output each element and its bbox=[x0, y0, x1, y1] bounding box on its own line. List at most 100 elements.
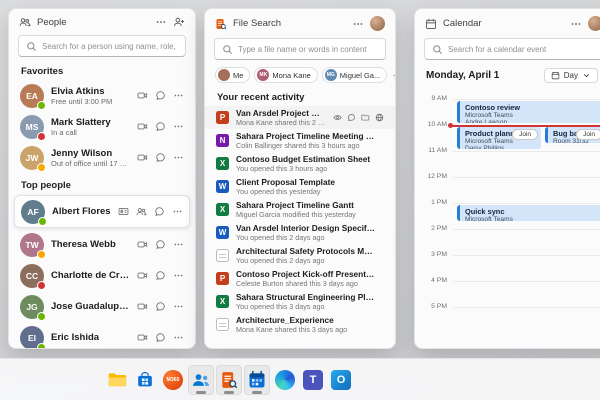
chat-icon[interactable] bbox=[347, 113, 356, 122]
video-icon[interactable] bbox=[137, 90, 148, 101]
people-search[interactable] bbox=[18, 35, 186, 57]
person-filter-chip[interactable]: MK Mona Kane bbox=[254, 67, 318, 83]
calendar-event[interactable]: Quick sync Microsoft Teams Cameron Evans bbox=[457, 205, 600, 221]
file-row[interactable]: W Client Proposal Template You opened th… bbox=[205, 175, 395, 198]
person-row[interactable]: TW Theresa Webb bbox=[9, 229, 195, 260]
globe-icon[interactable] bbox=[375, 113, 384, 122]
file-title: Contoso Budget Estimation Sheet bbox=[236, 154, 371, 164]
taskbar-explorer-icon[interactable] bbox=[104, 365, 130, 395]
people-icon[interactable] bbox=[136, 206, 147, 217]
taskbar-calendar-icon[interactable] bbox=[244, 364, 270, 395]
chat-icon[interactable] bbox=[155, 270, 166, 281]
video-icon[interactable] bbox=[137, 121, 148, 132]
more-icon[interactable] bbox=[173, 239, 184, 250]
taskbar-teams-icon[interactable]: T bbox=[300, 365, 326, 395]
file-subtitle: You opened this yesterday bbox=[236, 187, 321, 196]
file-row[interactable]: P Van Arsdel Project Overview... Mona Ka… bbox=[205, 106, 395, 129]
file-row[interactable]: Architecture_Experience Mona Kane shared… bbox=[205, 313, 395, 336]
join-button[interactable]: Join bbox=[512, 129, 538, 140]
person-row[interactable]: EI Eric Ishida bbox=[9, 322, 195, 348]
day-view-grid[interactable]: 9 AM 10 AM 11 AM 12 PM 1 PM 2 PM 3 PM 4 PM 5 PM … bbox=[419, 87, 600, 345]
avatar: EA bbox=[20, 83, 46, 110]
chat-icon[interactable] bbox=[155, 301, 166, 312]
video-icon[interactable] bbox=[137, 152, 148, 163]
person-actions bbox=[137, 332, 184, 343]
taskbar-filesearch-icon[interactable] bbox=[216, 364, 242, 395]
file-row[interactable]: X Contoso Budget Estimation Sheet You op… bbox=[205, 152, 395, 175]
taskbar-store-icon[interactable] bbox=[132, 365, 158, 395]
file-search-widget: File Search Me MK Mona Kane MG Miguel Ga… bbox=[204, 8, 396, 349]
calendar-event[interactable]: Join Product planning Microsoft Teams Da… bbox=[457, 127, 541, 149]
user-avatar[interactable] bbox=[588, 16, 600, 31]
more-people-chip[interactable]: +4 bbox=[391, 71, 395, 80]
calendar-search-input[interactable] bbox=[448, 44, 596, 54]
file-search-input[interactable] bbox=[238, 44, 378, 54]
hour-line bbox=[453, 229, 600, 230]
person-filter-chip[interactable]: Me bbox=[215, 67, 251, 83]
user-avatar[interactable] bbox=[370, 16, 385, 31]
taskbar-outlook-icon[interactable]: O bbox=[328, 365, 354, 395]
video-icon[interactable] bbox=[137, 301, 148, 312]
join-button[interactable]: Join bbox=[576, 129, 600, 140]
more-icon[interactable] bbox=[173, 332, 184, 343]
person-row[interactable]: EA Elvia Atkins Free until 3:00 PM bbox=[9, 80, 195, 111]
more-icon[interactable] bbox=[173, 121, 184, 132]
excel-file-icon: X bbox=[216, 295, 229, 308]
calendar-search-box[interactable] bbox=[424, 38, 600, 60]
calendar-event[interactable]: Contoso review Microsoft Teams Andre Law… bbox=[457, 101, 600, 123]
chip-label: Mona Kane bbox=[272, 70, 311, 80]
more-icon[interactable] bbox=[352, 18, 364, 30]
avatar: MK bbox=[257, 69, 270, 81]
file-row[interactable]: Architectural Safety Protocols Manual Yo… bbox=[205, 244, 395, 267]
hour-label: 11 AM bbox=[428, 147, 447, 154]
chat-icon[interactable] bbox=[155, 332, 166, 343]
taskbar-edge-icon[interactable] bbox=[272, 365, 298, 395]
file-search-widget-title: File Search bbox=[233, 18, 282, 29]
chat-icon[interactable] bbox=[155, 239, 166, 250]
card-icon[interactable] bbox=[118, 206, 129, 217]
excel-file-icon: X bbox=[216, 203, 229, 216]
view-selector-button[interactable]: Day bbox=[543, 68, 598, 83]
file-title: Van Arsdel Interior Design Specification… bbox=[236, 223, 377, 233]
person-row[interactable]: CC Charlotte de Crum bbox=[9, 260, 195, 291]
more-icon[interactable] bbox=[173, 90, 184, 101]
more-icon[interactable] bbox=[570, 18, 582, 30]
video-icon[interactable] bbox=[137, 270, 148, 281]
hour-line bbox=[453, 281, 600, 282]
person-row[interactable]: JW Jenny Wilson Out of office until 17 J… bbox=[9, 142, 195, 173]
chat-icon[interactable] bbox=[154, 206, 165, 217]
people-filter-chips: Me MK Mona Kane MG Miguel Ga... +4 bbox=[205, 62, 395, 85]
file-search-box[interactable] bbox=[214, 38, 386, 60]
file-row[interactable]: P Contoso Project Kick-off Presentation … bbox=[205, 267, 395, 290]
calendar-event[interactable]: Join Bug bash Room 31/32 Beata Zhao bbox=[545, 127, 600, 143]
person-row[interactable]: JG Jose Guadalupe De la Torre bbox=[9, 291, 195, 322]
hour-label: 10 AM bbox=[427, 121, 447, 128]
video-icon[interactable] bbox=[137, 239, 148, 250]
chat-icon[interactable] bbox=[155, 121, 166, 132]
taskbar-m365-icon[interactable]: M365 bbox=[160, 365, 186, 395]
calendar-icon bbox=[425, 18, 437, 30]
taskbar-people-icon[interactable] bbox=[188, 364, 214, 395]
file-row[interactable]: X Sahara Project Timeline Gantt Miguel G… bbox=[205, 198, 395, 221]
person-row[interactable]: MS Mark Slattery In a call bbox=[9, 111, 195, 142]
word-file-icon: W bbox=[216, 180, 229, 193]
chat-icon[interactable] bbox=[155, 152, 166, 163]
file-row[interactable]: X Sahara Structural Engineering Plans Yo… bbox=[205, 290, 395, 313]
people-search-input[interactable] bbox=[42, 41, 178, 51]
more-icon[interactable] bbox=[173, 301, 184, 312]
more-icon[interactable] bbox=[155, 16, 167, 28]
file-row[interactable]: N Sahara Project Timeline Meeting Notes … bbox=[205, 129, 395, 152]
chat-icon[interactable] bbox=[155, 90, 166, 101]
more-icon[interactable] bbox=[173, 152, 184, 163]
person-row[interactable]: AF Albert Flores bbox=[14, 195, 190, 228]
more-icon[interactable] bbox=[173, 270, 184, 281]
person-add-icon[interactable] bbox=[173, 16, 185, 28]
file-subtitle: You opened this 3 days ago bbox=[236, 302, 325, 311]
eye-icon[interactable] bbox=[333, 113, 342, 122]
more-icon[interactable] bbox=[172, 206, 183, 217]
current-time-line bbox=[451, 125, 600, 127]
file-row[interactable]: W Van Arsdel Interior Design Specificati… bbox=[205, 221, 395, 244]
folder-icon[interactable] bbox=[361, 113, 370, 122]
person-filter-chip[interactable]: MG Miguel Ga... bbox=[321, 67, 388, 83]
video-icon[interactable] bbox=[137, 332, 148, 343]
